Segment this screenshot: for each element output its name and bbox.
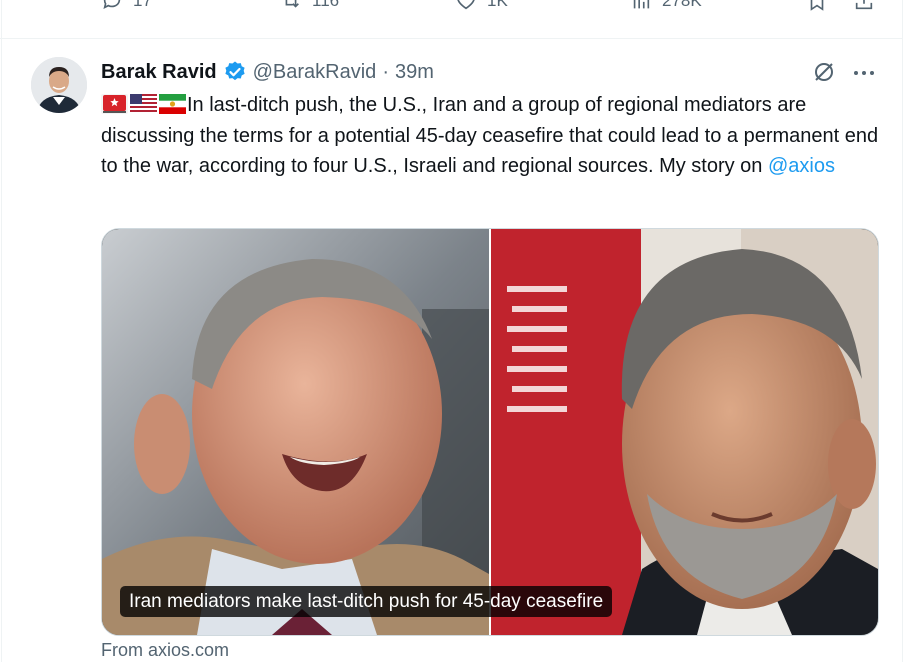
previous-post-actions: 17 116 1K 278K xyxy=(0,0,900,18)
post-divider xyxy=(0,38,902,39)
share-icon xyxy=(855,0,873,10)
timeline: 17 116 1K 278K Barak Ravid @BarakRavid ·… xyxy=(0,0,910,662)
bookmark-button[interactable] xyxy=(806,0,828,12)
reply-count: 17 xyxy=(133,0,152,10)
link-card-caption: Iran mediators make last-ditch push for … xyxy=(120,586,613,617)
post-text: In last-ditch push, the U.S., Iran and a… xyxy=(101,90,881,182)
author-handle[interactable]: @BarakRavid xyxy=(253,61,377,84)
repost-button[interactable]: 116 xyxy=(280,0,339,12)
verified-badge-icon xyxy=(225,61,245,81)
red-shield-flag-icon xyxy=(101,94,128,114)
more-icon[interactable] xyxy=(851,60,877,86)
post-timestamp[interactable]: 39m xyxy=(395,61,434,84)
timeline-border-right xyxy=(902,0,903,662)
iran-lion-sun-flag-icon xyxy=(159,94,186,114)
author-name[interactable]: Barak Ravid xyxy=(101,61,217,84)
views-icon xyxy=(633,0,650,9)
us-flag-icon xyxy=(130,94,157,114)
grok-icon[interactable] xyxy=(811,59,837,85)
timeline-border-left xyxy=(1,0,2,662)
reply-button[interactable]: 17 xyxy=(101,0,152,12)
flag-emojis xyxy=(101,94,186,114)
like-icon xyxy=(457,0,475,10)
views-button[interactable]: 278K xyxy=(630,0,702,12)
mention-link[interactable]: @axios xyxy=(768,155,835,177)
article-photo xyxy=(102,229,878,635)
bookmark-icon xyxy=(810,0,824,11)
view-count: 278K xyxy=(662,0,702,10)
avatar[interactable] xyxy=(31,57,87,113)
link-card-source[interactable]: From axios.com xyxy=(101,640,229,661)
post-body: In last-ditch push, the U.S., Iran and a… xyxy=(101,94,879,177)
repost-count: 116 xyxy=(312,0,340,10)
like-count: 1K xyxy=(487,0,508,10)
avatar-image xyxy=(31,57,87,113)
post-header: Barak Ravid @BarakRavid · 39m xyxy=(101,57,434,87)
reply-icon xyxy=(103,0,121,9)
link-card-image[interactable] xyxy=(101,228,879,636)
separator-dot: · xyxy=(382,60,389,83)
like-button[interactable]: 1K xyxy=(455,0,508,12)
share-button[interactable] xyxy=(853,0,875,12)
repost-icon xyxy=(285,0,299,8)
